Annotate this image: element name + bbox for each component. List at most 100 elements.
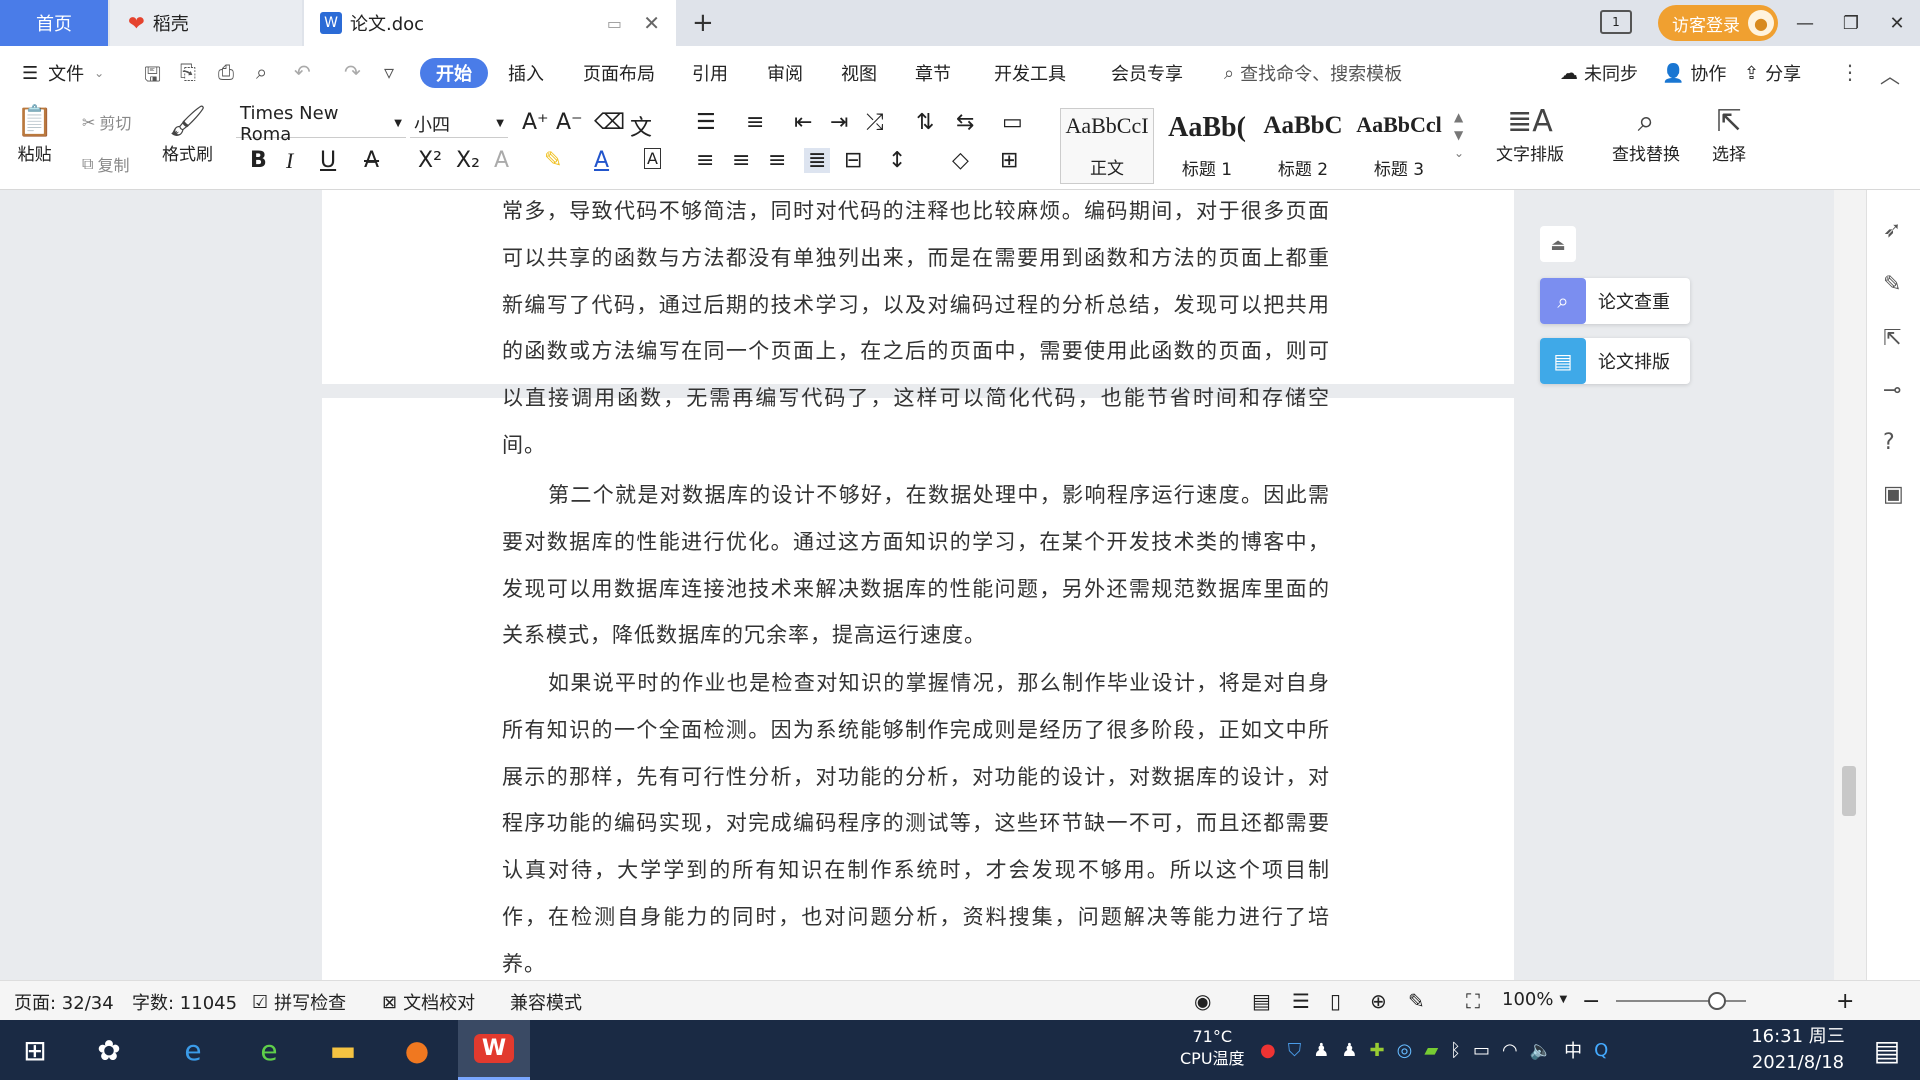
increase-indent-icon[interactable]: ⇥: [830, 110, 848, 135]
app-ninja-icon[interactable]: ●: [394, 1028, 440, 1072]
write-view-icon[interactable]: ✎: [1408, 989, 1425, 1013]
style-heading-2[interactable]: AaBbC 标题 2: [1256, 108, 1350, 184]
select-button[interactable]: ⇱ 选择: [1712, 104, 1746, 165]
pointer-icon[interactable]: ⇱: [1883, 326, 1901, 351]
file-explorer-icon[interactable]: ▬: [320, 1028, 366, 1072]
qq-icon[interactable]: Q: [1594, 1040, 1608, 1061]
grow-font-icon[interactable]: A⁺: [522, 110, 549, 135]
menu-insert[interactable]: 插入: [508, 58, 544, 88]
font-color-icon[interactable]: A: [594, 148, 609, 173]
collapse-ribbon-icon[interactable]: ︿: [1880, 60, 1900, 89]
collab-button[interactable]: 👤 协作: [1662, 58, 1726, 88]
strikethrough-icon[interactable]: A: [364, 148, 379, 173]
outline-view-icon[interactable]: ☰: [1292, 989, 1310, 1013]
sync-status[interactable]: ☁ 未同步: [1560, 58, 1638, 88]
zoom-slider-handle[interactable]: [1708, 992, 1726, 1010]
minimize-icon[interactable]: —: [1782, 0, 1828, 46]
help-icon[interactable]: ?: [1883, 430, 1895, 455]
volume-icon[interactable]: 🔈: [1530, 1040, 1552, 1061]
paragraph-1[interactable]: 常多，导致代码不够简洁，同时对代码的注释也比较麻烦。编码期间，对于很多页面可以共…: [502, 190, 1330, 472]
chinese-layout-icon[interactable]: ⤮: [866, 110, 884, 135]
ruler-icon[interactable]: ▭: [1002, 110, 1023, 135]
export-icon[interactable]: ⎘: [180, 60, 196, 84]
customize-icon[interactable]: ▿: [384, 60, 394, 84]
styles-scroll-icon[interactable]: ▲ ▼ ⌄: [1454, 108, 1464, 162]
screen-icon[interactable]: ▭: [607, 14, 622, 33]
zoom-level[interactable]: 100% ▼: [1502, 989, 1567, 1010]
more-icon[interactable]: ⋮: [1840, 60, 1860, 84]
rocket-icon[interactable]: ➶: [1883, 218, 1901, 243]
char-border-icon[interactable]: A: [644, 148, 661, 169]
menu-member[interactable]: 会员专享: [1111, 58, 1183, 88]
subscript-icon[interactable]: X₂: [456, 148, 480, 173]
wps-taskbar-icon[interactable]: W: [458, 1020, 530, 1080]
style-normal[interactable]: AaBbCcI 正文: [1060, 108, 1154, 184]
undo-icon[interactable]: ↶: [294, 60, 311, 84]
zoom-out-icon[interactable]: −: [1582, 989, 1600, 1014]
tab-home[interactable]: 首页: [0, 0, 108, 46]
word-count[interactable]: 字数: 11045: [132, 989, 237, 1015]
clock[interactable]: 16:31 周三 2021/8/18: [1748, 1024, 1848, 1076]
style-heading-1[interactable]: AaBb( 标题 1: [1160, 108, 1254, 184]
align-center-icon[interactable]: ≡: [732, 148, 750, 173]
visitor-login-button[interactable]: 访客登录 ●: [1658, 5, 1778, 41]
find-replace-button[interactable]: ⌕ 查找替换: [1612, 104, 1680, 165]
pen-icon[interactable]: ✎: [1883, 272, 1901, 297]
menu-references[interactable]: 引用: [692, 58, 728, 88]
restore-icon[interactable]: ❐: [1828, 0, 1874, 46]
justify-icon[interactable]: ≣: [804, 148, 831, 173]
numbered-list-icon[interactable]: ≡: [746, 110, 764, 135]
phonetic-icon[interactable]: 文: [630, 110, 652, 142]
document-area[interactable]: 常多，导致代码不够简洁，同时对代码的注释也比较麻烦。编码期间，对于很多页面可以共…: [0, 190, 1866, 980]
align-right-icon[interactable]: ≡: [768, 148, 786, 173]
new-tab-icon[interactable]: +: [692, 8, 714, 38]
penguin-icon[interactable]: ♟: [1341, 1040, 1357, 1061]
zoom-slider[interactable]: [1616, 1000, 1746, 1002]
font-name-select[interactable]: Times New Roma ▼: [236, 103, 406, 145]
notification-icon[interactable]: ▤: [1864, 1028, 1910, 1072]
menu-start[interactable]: 开始: [420, 58, 488, 88]
window-layout-icon[interactable]: 1: [1600, 10, 1632, 34]
paper-layout-button[interactable]: ▤ 论文排版: [1540, 338, 1690, 384]
paper-check-button[interactable]: ⌕ 论文查重: [1540, 278, 1690, 324]
battery-icon[interactable]: ▭: [1473, 1040, 1490, 1061]
paste-button[interactable]: 📋 粘贴: [16, 104, 53, 165]
print-icon[interactable]: ⎙: [218, 60, 234, 84]
bold-icon[interactable]: B: [250, 148, 267, 173]
app-pinwheel-icon[interactable]: ✿: [86, 1028, 132, 1072]
menu-review[interactable]: 审阅: [767, 58, 803, 88]
spell-check-button[interactable]: ☑ 拼写检查: [252, 989, 346, 1015]
tab-document[interactable]: W 论文.doc ▭ ✕: [304, 0, 676, 46]
command-search[interactable]: ⌕ 查找命令、搜索模板: [1224, 58, 1402, 88]
font-size-select[interactable]: 小四 ▼: [410, 110, 508, 138]
superscript-icon[interactable]: X²: [418, 148, 442, 173]
scrollbar-thumb[interactable]: [1842, 766, 1856, 816]
zoom-in-icon[interactable]: +: [1836, 989, 1854, 1014]
page-count[interactable]: 页面: 32/34: [14, 989, 114, 1015]
menu-developer[interactable]: 开发工具: [994, 58, 1066, 88]
eye-protect-icon[interactable]: ◉: [1194, 989, 1211, 1013]
adjust-icon[interactable]: ⊸: [1883, 378, 1901, 403]
cut-button[interactable]: ✂ 剪切: [82, 110, 131, 134]
page-view-icon[interactable]: ▤: [1252, 989, 1271, 1013]
wifi-icon[interactable]: ◠: [1502, 1040, 1518, 1061]
decrease-indent-icon[interactable]: ⇤: [794, 110, 812, 135]
read-view-icon[interactable]: ▯: [1330, 989, 1341, 1013]
shrink-font-icon[interactable]: A⁻: [556, 110, 583, 135]
distribute-icon[interactable]: ⊟: [844, 148, 862, 173]
web-view-icon[interactable]: ⊕: [1370, 989, 1387, 1013]
tray-app-blue-icon[interactable]: ◎: [1397, 1040, 1413, 1061]
shield-icon[interactable]: ⛉: [1288, 1040, 1302, 1061]
close-tab-icon[interactable]: ✕: [643, 11, 660, 35]
ie-browser-icon[interactable]: e: [170, 1028, 216, 1072]
close-window-icon[interactable]: ✕: [1874, 0, 1920, 46]
tray-app-red-icon[interactable]: ●: [1260, 1040, 1276, 1061]
shading-icon[interactable]: ◇: [952, 148, 969, 173]
style-heading-3[interactable]: AaBbCcl 标题 3: [1352, 108, 1446, 184]
copy-button[interactable]: ⧉ 复制: [82, 152, 129, 176]
show-marks-icon[interactable]: ⇆: [956, 110, 974, 135]
image-icon[interactable]: ▣: [1883, 482, 1904, 507]
bluetooth-icon[interactable]: ᛒ: [1450, 1040, 1461, 1061]
align-left-icon[interactable]: ≡: [696, 148, 714, 173]
menu-view[interactable]: 视图: [841, 58, 877, 88]
